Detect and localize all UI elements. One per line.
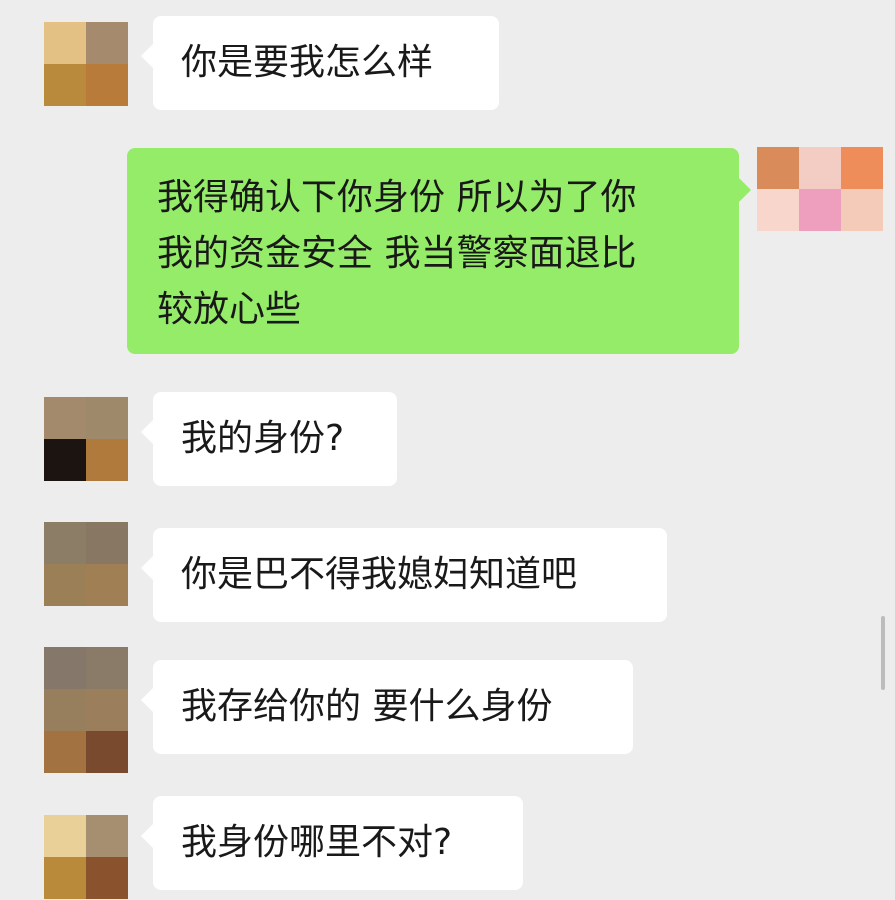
message-text: 你是巴不得我媳妇知道吧 — [181, 554, 578, 595]
avatar-pixel — [841, 147, 883, 189]
avatar-pixel — [44, 564, 86, 606]
message-text: 我得确认下你身份 所以为了你 — [157, 177, 637, 218]
avatar-pixel — [799, 189, 841, 231]
avatar-pixel — [86, 64, 128, 106]
message-text: 我的身份? — [181, 418, 345, 459]
avatar-pixel — [86, 564, 128, 606]
incoming-message-bubble[interactable]: 你是要我怎么样 — [141, 16, 499, 110]
avatar-pixel — [86, 689, 128, 731]
message-text: 较放心些 — [157, 289, 302, 330]
self-avatar[interactable] — [757, 147, 883, 231]
message-text: 你是要我怎么样 — [181, 42, 434, 83]
message-text: 我身份哪里不对? — [181, 822, 453, 863]
contact-avatar[interactable] — [44, 815, 128, 899]
avatar-pixel — [86, 647, 128, 689]
incoming-message-bubble[interactable]: 我身份哪里不对? — [141, 796, 523, 890]
message-text: 我存给你的 要什么身份 — [181, 686, 553, 727]
contact-avatar[interactable] — [44, 522, 128, 606]
avatar-pixel — [44, 689, 86, 731]
avatar-pixel — [86, 731, 128, 773]
avatar-pixel — [44, 647, 86, 689]
avatar-pixel — [86, 857, 128, 899]
avatar-pixel — [44, 64, 86, 106]
avatar-pixel — [86, 522, 128, 564]
avatar-pixel — [757, 147, 799, 189]
contact-avatar[interactable] — [44, 22, 128, 106]
avatar-pixel — [799, 147, 841, 189]
chat-message-list[interactable]: 你是要我怎么样 我得确认下你身份 所以为了你 我的资金安全 我当警察面退比 较放… — [0, 0, 895, 900]
scrollbar[interactable] — [881, 616, 885, 690]
contact-avatar[interactable] — [44, 397, 128, 481]
avatar-pixel — [86, 439, 128, 481]
avatar-pixel — [44, 397, 86, 439]
message-text: 我的资金安全 我当警察面退比 — [157, 233, 637, 274]
avatar-pixel — [86, 397, 128, 439]
avatar-pixel — [44, 731, 86, 773]
avatar-pixel — [44, 815, 86, 857]
avatar-pixel — [44, 857, 86, 899]
avatar-pixel — [86, 815, 128, 857]
avatar-pixel — [841, 189, 883, 231]
outgoing-message-bubble[interactable]: 我得确认下你身份 所以为了你 我的资金安全 我当警察面退比 较放心些 — [127, 148, 751, 354]
avatar-pixel — [757, 189, 799, 231]
avatar-pixel — [44, 22, 86, 64]
incoming-message-bubble[interactable]: 我存给你的 要什么身份 — [141, 660, 633, 754]
incoming-message-bubble[interactable]: 我的身份? — [141, 392, 397, 486]
avatar-pixel — [86, 22, 128, 64]
avatar-pixel — [44, 522, 86, 564]
contact-avatar[interactable] — [44, 647, 128, 773]
avatar-pixel — [44, 439, 86, 481]
incoming-message-bubble[interactable]: 你是巴不得我媳妇知道吧 — [141, 528, 667, 622]
